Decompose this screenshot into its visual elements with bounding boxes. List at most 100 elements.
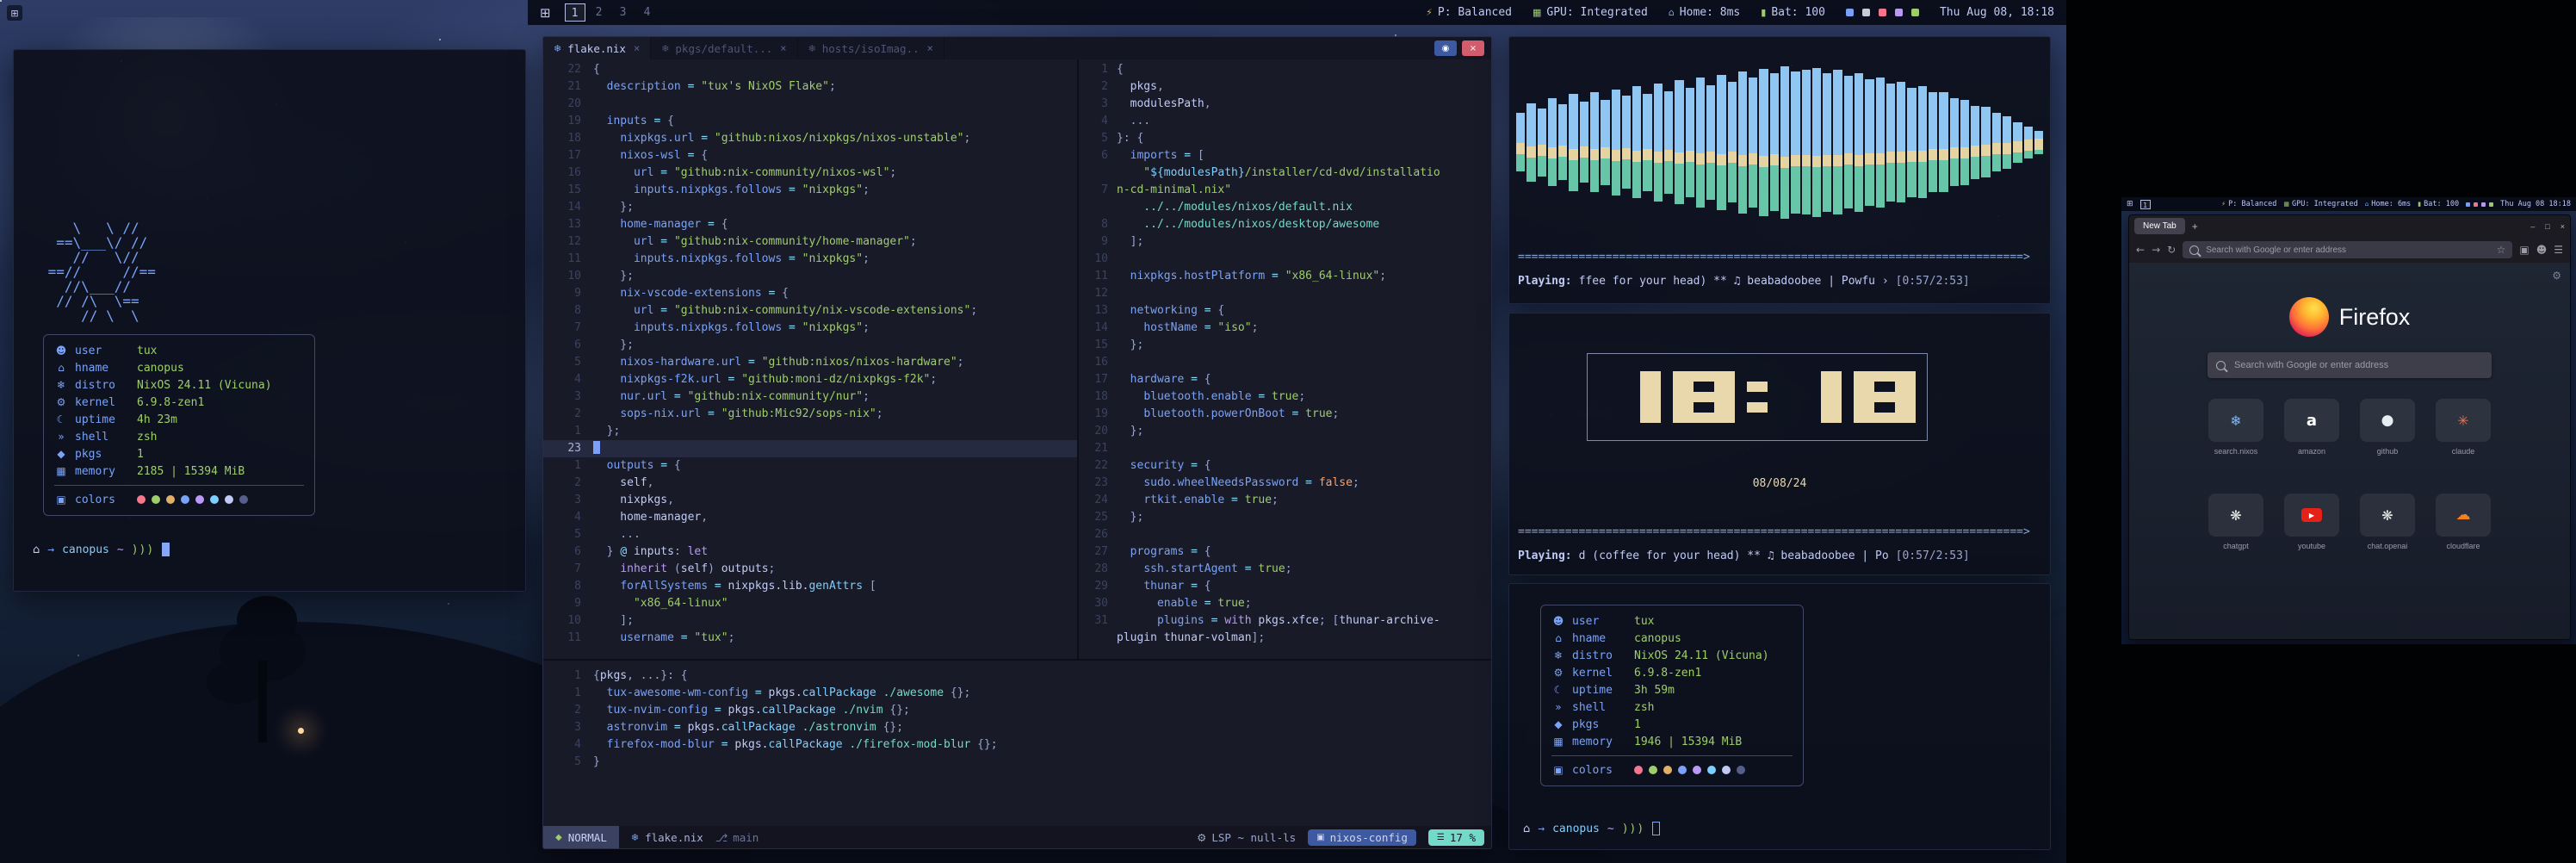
bar-bottom <box>1601 158 1609 185</box>
buffer-iso-default-nix[interactable]: 1{2 pkgs,3 modulesPath,4 ...5}: {6 impor… <box>1079 59 1491 659</box>
track-progress-line: ========================================… <box>1518 251 2041 264</box>
shortcut-label: search.nixos <box>2214 447 2258 456</box>
menu-icon[interactable]: ⊞ <box>2127 200 2133 208</box>
buffer-pkgs-default-nix[interactable]: 1{pkgs, ...}: {1 tux-awesome-wm-config =… <box>543 661 1491 835</box>
bar-mid <box>1833 155 1842 166</box>
new-tab-button[interactable]: + <box>2192 220 2198 233</box>
workspace-tag-4[interactable]: 4 <box>637 3 658 22</box>
editor-tab-flake.nix[interactable]: ❄flake.nix× <box>543 37 651 59</box>
extensions-icon[interactable]: ▣ <box>2519 244 2529 256</box>
distro-icon: ❄ <box>54 379 68 391</box>
color-swatch <box>1737 766 1745 774</box>
visualizer-bar <box>1907 88 1916 197</box>
url-bar[interactable]: ☆ <box>2183 241 2512 258</box>
account-icon[interactable]: ☻ <box>2536 244 2548 256</box>
bar-status-area: ⚡ P: Balanced ▦ GPU: Integrated ⌂ Home: … <box>2221 200 2571 208</box>
maximize-button[interactable]: □ <box>2545 222 2549 231</box>
shortcut-tile-github[interactable]: ●github <box>2360 399 2415 456</box>
shortcut-tile-search.nixos[interactable]: ❄search.nixos <box>2208 399 2263 456</box>
terminal-window-visualizer[interactable]: ========================================… <box>1508 36 2051 304</box>
editor-tab-hosts/isoImag..[interactable]: ❄hosts/isoImag..× <box>798 37 944 59</box>
tray-icon-2[interactable] <box>2474 202 2478 207</box>
close-tab-icon[interactable]: × <box>780 42 786 54</box>
code-line: 11 username = "tux"; <box>543 630 1077 647</box>
fetch-label: shell <box>1572 701 1627 714</box>
buffer-flake-nix[interactable]: 22{21 description = "tux's NixOS Flake";… <box>543 59 1077 659</box>
code-line: 1{ <box>1079 61 1491 78</box>
terminal-window-clock[interactable]: 08/08/24 ===============================… <box>1508 313 2051 575</box>
code-line: 16 url = "github:nix-community/nixos-wsl… <box>543 165 1077 182</box>
close-window-button[interactable]: × <box>1462 40 1484 56</box>
shell-prompt[interactable]: ⌂ → canopus ~ ))) <box>1523 822 1660 835</box>
bar-mid <box>1686 151 1694 162</box>
menu-icon[interactable]: ⊞ <box>540 5 551 21</box>
minimize-button[interactable]: – <box>2530 222 2535 231</box>
bar-top <box>1918 86 1927 151</box>
bar-bottom <box>1992 154 2001 171</box>
code-text: ../../modules/nixos/desktop/awesome <box>1117 216 1379 233</box>
workspace-tag-1[interactable]: 1 <box>565 3 585 22</box>
workspace-tag-1[interactable]: 1 <box>2140 200 2151 209</box>
code-line: 2 self, <box>543 475 1077 492</box>
terminal-window-fastfetch-left[interactable]: \ \ // ==\___\/ // // \// ==// //== //\_… <box>13 49 526 592</box>
editor-tab-pkgs/default...[interactable]: ❄pkgs/default...× <box>651 37 797 59</box>
tray-icon-3[interactable] <box>1879 9 1886 16</box>
back-button[interactable]: ← <box>2136 244 2145 256</box>
bar-mid <box>1992 143 2001 154</box>
neovim-window[interactable]: ❄flake.nix×❄pkgs/default...×❄hosts/isoIm… <box>542 36 1492 849</box>
close-tab-icon[interactable]: × <box>927 42 933 54</box>
code-text: }: { <box>1117 130 1143 147</box>
tray-icon-5[interactable] <box>1911 9 1919 16</box>
tray-icon-3[interactable] <box>2481 202 2486 207</box>
clock-text: Thu Aug 08 18:18 <box>2500 200 2571 208</box>
code-line: 5} <box>543 754 1491 771</box>
nix-icon: ❄ <box>661 43 669 54</box>
shortcut-tile-amazon[interactable]: aamazon <box>2284 399 2339 456</box>
bookmark-star-icon[interactable]: ☆ <box>2497 244 2506 256</box>
code-line: 20 <box>543 96 1077 113</box>
color-swatch <box>1634 766 1643 774</box>
clock-cell <box>1650 382 1661 392</box>
bar-mid <box>1960 147 1969 158</box>
fetch-value: NixOS 24.11 (Vicuna) <box>1634 649 1769 662</box>
firefox-window[interactable]: New Tab + – □ × ← → ↻ ☆ ▣ ☻ ☰ <box>2128 214 2571 640</box>
terminal-window-fastfetch-right[interactable]: ☻usertux⌂hnamecanopus❄distroNixOS 24.11 … <box>1508 583 2051 850</box>
new-tab-search-input[interactable] <box>2232 359 2483 371</box>
close-button[interactable]: × <box>2561 222 2565 231</box>
clock-cell <box>1725 382 1735 392</box>
workspace-tag-2[interactable]: 2 <box>589 3 610 22</box>
clock-cell <box>1725 413 1735 423</box>
now-playing: Playing: ffee for your head) ** ♫ beabad… <box>1518 275 2041 288</box>
tab-new-tab[interactable]: New Tab <box>2134 218 2185 234</box>
power-icon: ⚡ <box>2221 201 2226 208</box>
forward-button[interactable]: → <box>2152 244 2160 256</box>
bar-top <box>1770 73 1779 154</box>
tray-icon-2[interactable] <box>1862 9 1870 16</box>
reload-button[interactable]: ↻ <box>2167 244 2176 256</box>
eye-button[interactable]: ◉ <box>1434 40 1457 56</box>
close-tab-icon[interactable]: × <box>634 42 640 54</box>
shortcut-tile-claude[interactable]: ✳claude <box>2436 399 2491 456</box>
firefox-nav-bar: ← → ↻ ☆ ▣ ☻ ☰ <box>2129 237 2570 264</box>
visualizer-bar <box>1939 92 1947 192</box>
line-number: 4 <box>1079 113 1117 130</box>
tray-icon-4[interactable] <box>2489 202 2493 207</box>
shortcut-tile-chat.openai[interactable]: ❋chat.openai <box>2360 494 2415 550</box>
personalize-gear-icon[interactable]: ⚙ <box>2552 270 2561 282</box>
new-tab-search-bar[interactable] <box>2208 352 2492 378</box>
shell-prompt[interactable]: ⌂ → canopus ~ ))) <box>33 543 170 556</box>
clock-cell <box>1714 413 1725 423</box>
shortcut-tile-youtube[interactable]: ▶youtube <box>2284 494 2339 550</box>
tray-icon-1[interactable] <box>1846 9 1854 16</box>
shortcut-tile-cloudflare[interactable]: ☁cloudflare <box>2436 494 2491 550</box>
shortcut-tile-chatgpt[interactable]: ❋chatgpt <box>2208 494 2263 550</box>
url-input[interactable] <box>2204 245 2491 256</box>
line-number: 24 <box>1079 492 1117 509</box>
launcher-menu-icon[interactable]: ⊞ <box>7 5 22 21</box>
tray-icon-1[interactable] <box>2466 202 2470 207</box>
hamburger-menu-icon[interactable]: ☰ <box>2554 244 2563 256</box>
tray-icon-4[interactable] <box>1895 9 1903 16</box>
workspace-tag-3[interactable]: 3 <box>613 3 634 22</box>
line-number: 9 <box>543 595 593 612</box>
code-line: 24 rtkit.enable = true; <box>1079 492 1491 509</box>
